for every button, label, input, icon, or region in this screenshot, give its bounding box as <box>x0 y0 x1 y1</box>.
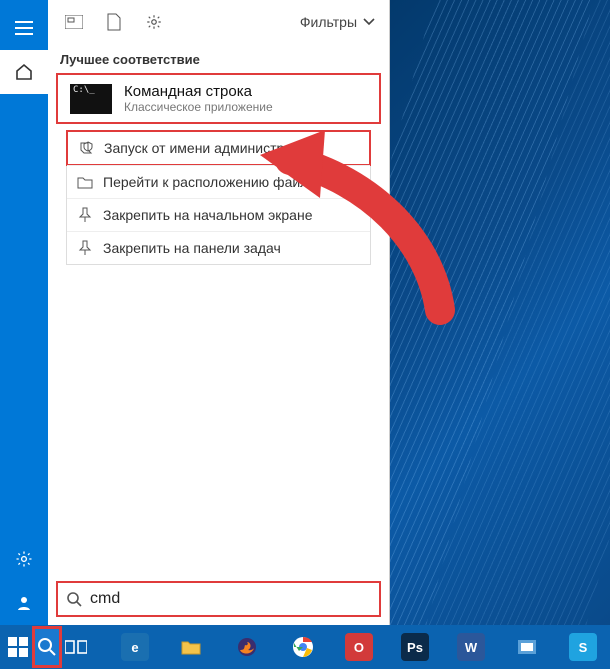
hamburger-icon <box>15 21 33 35</box>
filters-label: Фильтры <box>300 14 357 30</box>
ctx-open-location[interactable]: Перейти к расположению файла <box>67 165 370 198</box>
taskbar-app-explorer[interactable] <box>168 627 214 667</box>
ctx-pin-start[interactable]: Закрепить на начальном экране <box>67 198 370 231</box>
taskbar-app-skype[interactable]: S <box>560 627 606 667</box>
chrome-icon <box>289 633 317 661</box>
taskbar-apps: e O Ps W S <box>112 627 606 667</box>
search-box[interactable] <box>56 581 381 617</box>
rail-account-button[interactable] <box>0 581 48 625</box>
taskbar-app-firefox[interactable] <box>224 627 270 667</box>
folder-icon <box>77 174 93 190</box>
opera-icon: O <box>345 633 373 661</box>
ctx-label: Закрепить на панели задач <box>103 240 281 256</box>
cmd-icon <box>70 84 112 114</box>
taskbar-app-edge[interactable]: e <box>112 627 158 667</box>
settings-scope-button[interactable] <box>136 4 172 40</box>
filters-button[interactable]: Фильтры <box>294 10 381 34</box>
search-icon <box>66 591 82 607</box>
taskbar: e O Ps W S <box>0 625 610 669</box>
skype-icon: S <box>569 633 597 661</box>
search-input[interactable] <box>82 590 371 608</box>
windows-logo-icon <box>8 637 28 657</box>
chevron-down-icon <box>363 18 375 26</box>
context-menu: Запуск от имени администратора Перейти к… <box>66 130 371 265</box>
desktop-wallpaper <box>390 0 610 625</box>
ctx-pin-taskbar[interactable]: Закрепить на панели задач <box>67 231 370 264</box>
edge-icon: e <box>121 633 149 661</box>
taskbar-app-photoshop[interactable]: Ps <box>392 627 438 667</box>
admin-shield-icon <box>78 140 94 156</box>
document-icon <box>107 13 121 31</box>
best-match-result[interactable]: Командная строка Классическое приложение <box>56 73 381 124</box>
start-search-panel: Фильтры Лучшее соответствие Командная ст… <box>0 0 390 625</box>
taskbar-search-button[interactable] <box>33 627 60 667</box>
taskbar-app-word[interactable]: W <box>448 627 494 667</box>
apps-scope-button[interactable] <box>56 4 92 40</box>
task-view-icon <box>65 639 87 655</box>
panel-toolbar: Фильтры <box>48 0 389 44</box>
taskbar-app-chrome[interactable] <box>280 627 326 667</box>
documents-scope-button[interactable] <box>96 4 132 40</box>
gear-icon <box>15 550 33 568</box>
user-icon <box>15 594 33 612</box>
best-match-title: Командная строка <box>124 83 273 100</box>
pin-taskbar-icon <box>77 240 93 256</box>
ctx-run-as-admin[interactable]: Запуск от имени администратора <box>66 130 371 166</box>
rail-menu-button[interactable] <box>0 6 48 50</box>
search-icon <box>37 637 57 657</box>
best-match-heading: Лучшее соответствие <box>48 44 389 73</box>
rail-settings-button[interactable] <box>0 537 48 581</box>
apps-icon <box>65 15 83 29</box>
start-button[interactable] <box>4 627 31 667</box>
home-icon <box>15 63 33 81</box>
task-view-button[interactable] <box>63 627 90 667</box>
videolan-icon <box>513 633 541 661</box>
best-match-subtitle: Классическое приложение <box>124 100 273 114</box>
explorer-icon <box>177 633 205 661</box>
word-icon: W <box>457 633 485 661</box>
rail-home-button[interactable] <box>0 50 48 94</box>
pin-start-icon <box>77 207 93 223</box>
taskbar-app-opera[interactable]: O <box>336 627 382 667</box>
search-results-panel: Фильтры Лучшее соответствие Командная ст… <box>48 0 390 625</box>
taskbar-app-videolan[interactable] <box>504 627 550 667</box>
ctx-label: Запуск от имени администратора <box>104 140 321 156</box>
ctx-label: Перейти к расположению файла <box>103 174 316 190</box>
start-rail <box>0 0 48 625</box>
gear-icon <box>145 13 163 31</box>
ctx-label: Закрепить на начальном экране <box>103 207 313 223</box>
firefox-icon <box>233 633 261 661</box>
photoshop-icon: Ps <box>401 633 429 661</box>
